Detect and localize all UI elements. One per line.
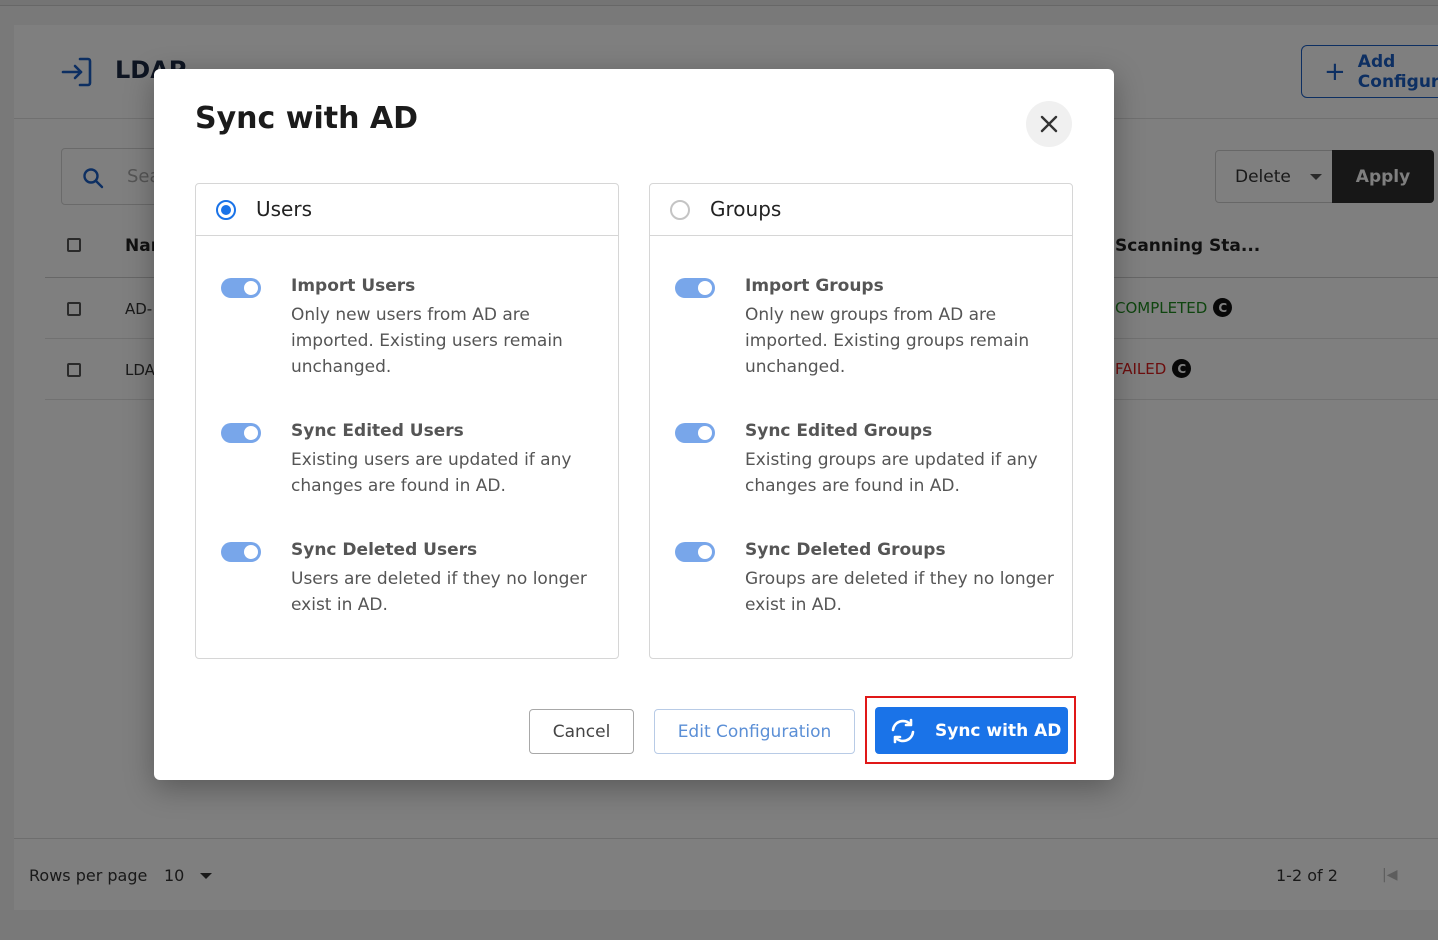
- users-radio[interactable]: [216, 200, 236, 220]
- dialog-title: Sync with AD: [195, 101, 419, 136]
- import-users-toggle[interactable]: [221, 278, 261, 298]
- edit-configuration-button[interactable]: Edit Configuration: [654, 709, 855, 754]
- option-description: Groups are deleted if they no longer exi…: [745, 569, 1054, 615]
- option-title: Sync Deleted Groups: [745, 540, 946, 560]
- users-panel: Users Import Users Only new users from A…: [195, 183, 619, 659]
- groups-panel: Groups Import Groups Only new groups fro…: [649, 183, 1073, 659]
- close-button[interactable]: [1026, 101, 1072, 147]
- option-description: Only new users from AD are imported. Exi…: [291, 305, 563, 377]
- sync-edited-groups-toggle[interactable]: [675, 423, 715, 443]
- close-icon: [1040, 115, 1058, 133]
- sync-edited-users-toggle[interactable]: [221, 423, 261, 443]
- groups-radio[interactable]: [670, 200, 690, 220]
- sync-with-ad-button[interactable]: Sync with AD: [875, 707, 1068, 754]
- groups-label: Groups: [710, 197, 782, 221]
- groups-panel-header[interactable]: Groups: [650, 184, 1072, 236]
- sync-deleted-groups-toggle[interactable]: [675, 542, 715, 562]
- cancel-button[interactable]: Cancel: [529, 709, 634, 754]
- sync-deleted-users-toggle[interactable]: [221, 542, 261, 562]
- option-title: Import Groups: [745, 276, 884, 296]
- option-description: Only new groups from AD are imported. Ex…: [745, 305, 1030, 377]
- option-description: Existing groups are updated if any chang…: [745, 450, 1038, 496]
- import-groups-toggle[interactable]: [675, 278, 715, 298]
- sync-button-label: Sync with AD: [935, 720, 1062, 741]
- option-title: Sync Deleted Users: [291, 540, 478, 560]
- option-title: Import Users: [291, 276, 416, 296]
- option-title: Sync Edited Groups: [745, 421, 933, 441]
- option-title: Sync Edited Users: [291, 421, 464, 441]
- option-description: Existing users are updated if any change…: [291, 450, 572, 496]
- users-label: Users: [256, 197, 313, 221]
- sync-with-ad-dialog: Sync with AD Users Import Users Only new…: [154, 69, 1114, 780]
- users-panel-header[interactable]: Users: [196, 184, 618, 236]
- sync-icon: [891, 718, 915, 743]
- option-description: Users are deleted if they no longer exis…: [291, 569, 587, 615]
